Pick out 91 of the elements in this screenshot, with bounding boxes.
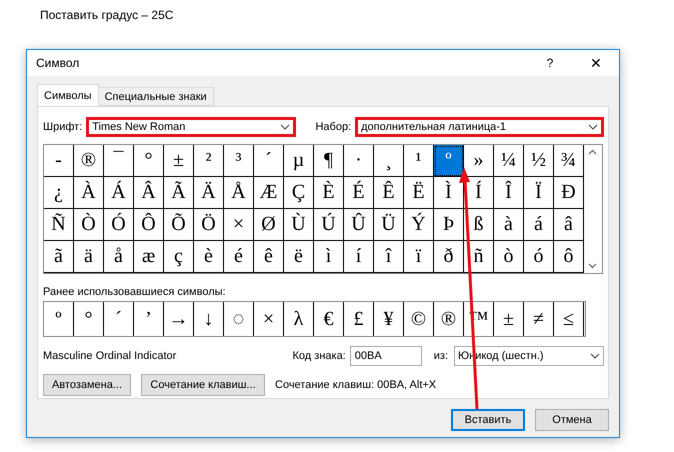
symbol-cell[interactable]: ¹ — [404, 145, 434, 177]
symbol-cell[interactable]: ¿ — [44, 177, 74, 209]
symbol-cell[interactable]: À — [74, 177, 104, 209]
symbol-cell[interactable]: Å — [224, 177, 254, 209]
symbol-cell[interactable]: ä — [74, 241, 104, 273]
symbol-cell[interactable]: Þ — [434, 209, 464, 241]
symbol-cell[interactable]: Ä — [194, 177, 224, 209]
symbol-cell[interactable]: Û — [344, 209, 374, 241]
symbol-cell[interactable]: Ç — [284, 177, 314, 209]
symbol-cell[interactable]: Ü — [374, 209, 404, 241]
window-title: Символ — [36, 56, 80, 70]
symbol-cell[interactable]: Ï — [524, 177, 554, 209]
symbol-cell[interactable]: ô — [554, 241, 584, 273]
font-label: Шрифт: — [43, 121, 82, 133]
symbol-cell[interactable]: ë — [284, 241, 314, 273]
symbol-cell[interactable]: Î — [494, 177, 524, 209]
symbol-cell[interactable]: è — [194, 241, 224, 273]
symbol-cell[interactable]: ê — [254, 241, 284, 273]
recent-symbols-label: Ранее использовавшиеся символы: — [43, 286, 227, 298]
insert-button[interactable]: Вставить — [451, 409, 525, 431]
symbol-cell[interactable]: ç — [164, 241, 194, 273]
symbol-cell[interactable]: ½ — [524, 145, 554, 177]
symbol-cell[interactable]: ï — [404, 241, 434, 273]
symbol-cell[interactable]: ò — [494, 241, 524, 273]
tab[interactable]: Специальные знаки — [98, 87, 214, 106]
from-label: из: — [434, 350, 448, 362]
symbol-cell[interactable]: · — [344, 145, 374, 177]
symbol-cell[interactable]: ¾ — [554, 145, 584, 177]
font-dropdown[interactable]: Times New Roman — [86, 117, 296, 137]
symbol-cell[interactable]: Æ — [254, 177, 284, 209]
symbol-cell[interactable]: É — [344, 177, 374, 209]
tab[interactable]: Символы — [37, 84, 99, 106]
symbol-cell[interactable]: ã — [44, 241, 74, 273]
symbol-cell[interactable]: ¯ — [104, 145, 134, 177]
scroll-up-icon[interactable] — [588, 149, 596, 155]
symbol-cell[interactable]: Ý — [404, 209, 434, 241]
code-label: Код знака: — [292, 350, 346, 362]
subset-dropdown[interactable]: дополнительная латиница-1 — [355, 117, 604, 137]
shortcut-key-button[interactable]: Сочетание клавиш... — [141, 374, 265, 396]
symbol-cell[interactable]: Ó — [104, 209, 134, 241]
scroll-down-icon[interactable] — [588, 263, 596, 269]
autocorrect-button[interactable]: Автозамена... — [43, 374, 131, 396]
symbol-cell[interactable]: Ñ — [44, 209, 74, 241]
symbol-cell[interactable]: ó — [524, 241, 554, 273]
symbol-cell[interactable]: Ô — [134, 209, 164, 241]
symbol-cell[interactable]: È — [314, 177, 344, 209]
document-text: Поставить градус – 25С — [39, 7, 174, 24]
symbol-cell[interactable]: Õ — [164, 209, 194, 241]
symbol-cell[interactable]: Ú — [314, 209, 344, 241]
code-field[interactable]: 00BA — [350, 346, 422, 366]
character-name: Masculine Ordinal Indicator — [43, 350, 178, 362]
symbol-cell[interactable]: µ — [284, 145, 314, 177]
symbol-cell[interactable]: ¸ — [374, 145, 404, 177]
symbol-cell[interactable]: ß — [464, 209, 494, 241]
cancel-button[interactable]: Отмена — [535, 409, 609, 431]
symbol-cell[interactable]: ñ — [464, 241, 494, 273]
symbol-cell[interactable]: Ê — [374, 177, 404, 209]
symbol-cell[interactable]: Ã — [164, 177, 194, 209]
symbol-cell[interactable]: í — [344, 241, 374, 273]
close-button[interactable]: ✕ — [573, 50, 619, 76]
symbol-cell[interactable]: ¶ — [314, 145, 344, 177]
symbol-cell[interactable]: ± — [164, 145, 194, 177]
symbol-cell[interactable]: - — [44, 145, 74, 177]
symbol-cell[interactable]: ® — [74, 145, 104, 177]
symbol-cell[interactable]: Ø — [254, 209, 284, 241]
symbol-cell[interactable]: ² — [194, 145, 224, 177]
symbol-cell[interactable]: ð — [434, 241, 464, 273]
symbol-cell[interactable]: ´ — [254, 145, 284, 177]
symbol-cell[interactable]: ³ — [224, 145, 254, 177]
symbol-cell[interactable]: ì — [314, 241, 344, 273]
symbol-cell[interactable]: Á — [104, 177, 134, 209]
symbol-cell[interactable]: Ù — [284, 209, 314, 241]
symbol-cell[interactable]: Â — [134, 177, 164, 209]
help-button[interactable]: ? — [527, 50, 573, 76]
symbol-cell[interactable]: ¼ — [494, 145, 524, 177]
symbol-cell[interactable]: Ö — [194, 209, 224, 241]
symbol-cell[interactable]: â — [554, 209, 584, 241]
subset-label: Набор: — [315, 121, 352, 133]
symbol-cell[interactable]: à — [494, 209, 524, 241]
symbol-cell[interactable]: Ë — [404, 177, 434, 209]
symbol-cell[interactable]: á — [524, 209, 554, 241]
symbol-cell[interactable]: Ò — [74, 209, 104, 241]
symbol-cell[interactable]: ° — [134, 145, 164, 177]
shortcut-text: Сочетание клавиш: 00BA, Alt+X — [275, 379, 436, 391]
symbol-cell[interactable]: å — [104, 241, 134, 273]
symbol-cell[interactable]: é — [224, 241, 254, 273]
symbol-cell[interactable]: × — [224, 209, 254, 241]
symbol-cell[interactable]: æ — [134, 241, 164, 273]
symbol-cell[interactable]: Ð — [554, 177, 584, 209]
symbol-cell[interactable]: º — [434, 145, 464, 177]
symbol-cell[interactable]: î — [374, 241, 404, 273]
